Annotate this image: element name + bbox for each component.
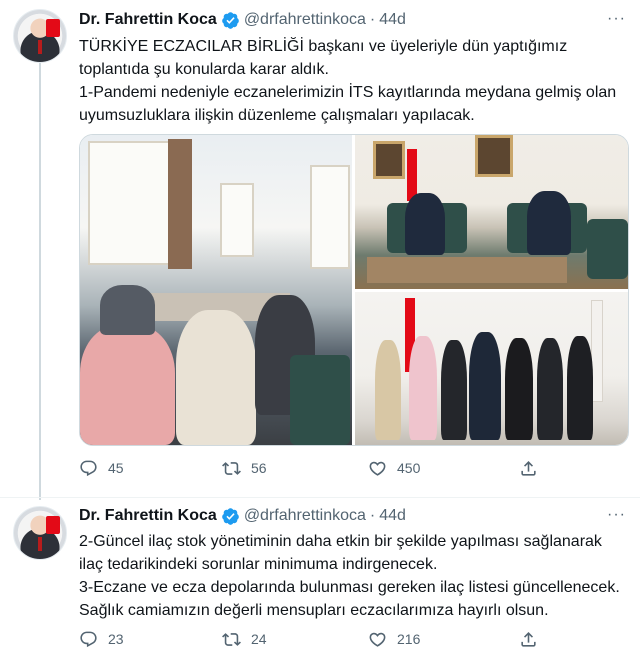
tweet-2[interactable]: Dr. Fahrettin Koca @drfahrettinkoca · 44… bbox=[0, 500, 640, 665]
tweet-header: Dr. Fahrettin Koca @drfahrettinkoca · 44… bbox=[79, 9, 406, 31]
tweet-timestamp[interactable]: 44d bbox=[379, 11, 406, 29]
reply-button[interactable]: 45 bbox=[79, 459, 124, 478]
photo-person bbox=[80, 325, 175, 445]
like-button[interactable]: 216 bbox=[368, 630, 420, 649]
tweet-text-line: 1-Pandemi nedeniyle eczanelerimizin İTS … bbox=[79, 84, 617, 101]
tweet-actions: 23 24 216 bbox=[79, 629, 619, 649]
tweet-header: Dr. Fahrettin Koca @drfahrettinkoca · 44… bbox=[79, 505, 406, 527]
retweet-icon bbox=[222, 461, 241, 475]
tweet-text: 2-Güncel ilaç stok yönetiminin daha etki… bbox=[79, 530, 629, 622]
tweet-text-line: TÜRKİYE ECZACILAR BİRLİĞİ başkanı ve üye… bbox=[79, 38, 568, 55]
photo-person bbox=[176, 310, 256, 445]
author-name[interactable]: Dr. Fahrettin Koca bbox=[79, 11, 217, 29]
photo-curtain bbox=[168, 139, 192, 269]
photo-chair bbox=[290, 355, 350, 445]
photo-window bbox=[310, 165, 350, 269]
group-photo[interactable] bbox=[355, 292, 628, 445]
photo-person bbox=[375, 340, 401, 440]
retweet-icon bbox=[222, 632, 241, 646]
verified-badge-icon bbox=[221, 507, 239, 525]
retweet-count: 56 bbox=[251, 460, 267, 476]
like-count: 216 bbox=[397, 631, 421, 647]
share-button[interactable] bbox=[519, 630, 538, 649]
tweet-text-line: 2-Güncel ilaç stok yönetiminin daha etki… bbox=[79, 533, 602, 550]
tweet-text-line: toplantıda şu konularda karar aldık. bbox=[79, 61, 329, 78]
verified-badge-icon bbox=[221, 11, 239, 29]
more-options-icon[interactable]: ··· bbox=[607, 506, 626, 524]
author-avatar[interactable] bbox=[13, 506, 67, 560]
photo-person bbox=[537, 338, 563, 440]
photo-coffee-table bbox=[367, 257, 567, 283]
share-button[interactable] bbox=[519, 459, 538, 478]
photo-portrait-frame bbox=[373, 141, 405, 179]
photo-person bbox=[505, 338, 533, 440]
avatar-tie bbox=[38, 537, 42, 551]
tweet-text: TÜRKİYE ECZACILAR BİRLİĞİ başkanı ve üye… bbox=[79, 35, 629, 127]
like-count: 450 bbox=[397, 460, 421, 476]
more-options-icon[interactable]: ··· bbox=[607, 10, 626, 28]
header-separator: · bbox=[369, 507, 376, 524]
tweet-timestamp[interactable]: 44d bbox=[379, 507, 406, 525]
tweet-actions: 45 56 450 bbox=[79, 458, 619, 478]
avatar-flag bbox=[46, 19, 60, 37]
tweet-1[interactable]: Dr. Fahrettin Koca @drfahrettinkoca · 44… bbox=[0, 0, 640, 490]
photo-person bbox=[567, 336, 593, 440]
avatar-tie bbox=[38, 40, 42, 54]
author-handle[interactable]: @drfahrettinkoca bbox=[244, 507, 366, 525]
photo-person bbox=[441, 340, 467, 440]
header-separator: · bbox=[369, 11, 376, 28]
like-button[interactable]: 450 bbox=[368, 459, 420, 478]
share-icon bbox=[521, 460, 536, 476]
meeting-room-photo[interactable] bbox=[80, 135, 352, 445]
office-meeting-photo[interactable] bbox=[355, 135, 628, 289]
retweet-button[interactable]: 24 bbox=[222, 630, 267, 649]
heart-icon bbox=[369, 632, 386, 647]
reply-count: 23 bbox=[108, 631, 124, 647]
retweet-button[interactable]: 56 bbox=[222, 459, 267, 478]
author-avatar[interactable] bbox=[13, 9, 67, 63]
photo-armchair bbox=[587, 219, 628, 279]
share-icon bbox=[521, 631, 536, 647]
tweet-text-line: Sağlık camiamızın değerli mensupları ecz… bbox=[79, 602, 549, 619]
photo-person bbox=[405, 193, 445, 255]
reply-button[interactable]: 23 bbox=[79, 630, 124, 649]
heart-icon bbox=[369, 461, 386, 476]
photo-person bbox=[409, 336, 437, 440]
reply-count: 45 bbox=[108, 460, 124, 476]
tweet-text-line: ilaç tedarikindeki sorunlar minimuma ind… bbox=[79, 556, 438, 573]
photo-portrait-frame bbox=[475, 135, 513, 177]
avatar-flag bbox=[46, 516, 60, 534]
tweet-text-line: 3-Eczane ve ecza depolarında bulunması g… bbox=[79, 579, 620, 596]
photo-window bbox=[220, 183, 254, 257]
retweet-count: 24 bbox=[251, 631, 267, 647]
tweet-text-line: uyumsuzluklara ilişkin düzenleme çalışma… bbox=[79, 107, 475, 124]
reply-icon bbox=[80, 631, 97, 647]
author-handle[interactable]: @drfahrettinkoca bbox=[244, 11, 366, 29]
tweet-divider bbox=[0, 497, 640, 498]
tweet-media-grid bbox=[79, 134, 629, 446]
photo-person bbox=[100, 285, 155, 335]
author-name[interactable]: Dr. Fahrettin Koca bbox=[79, 507, 217, 525]
reply-icon bbox=[80, 460, 97, 476]
photo-person bbox=[527, 191, 571, 255]
photo-person bbox=[469, 332, 501, 440]
